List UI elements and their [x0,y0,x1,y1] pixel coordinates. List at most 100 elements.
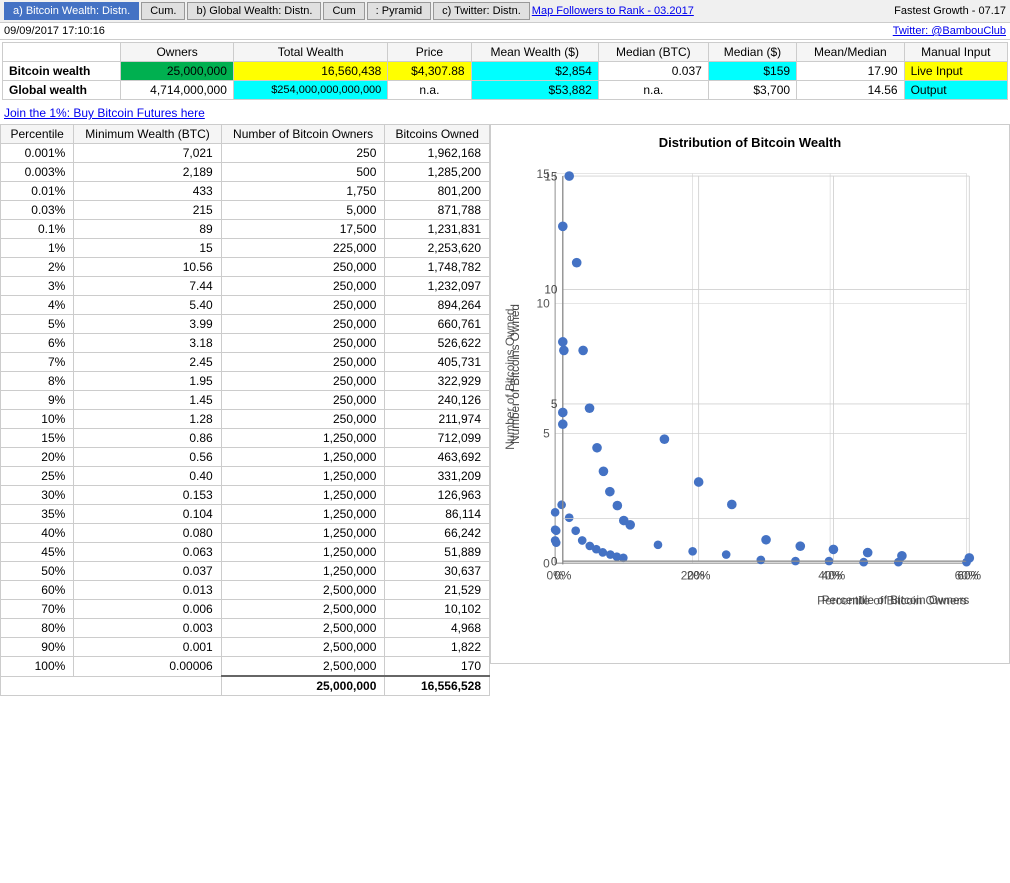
cum-1[interactable]: Cum. [141,2,185,20]
join-link[interactable]: Join the 1%: Buy Bitcoin Futures here [0,102,1010,124]
num-owners-cell: 2,500,000 [221,638,385,657]
global-output: Output [904,81,1007,100]
table-row: 2% 10.56 250,000 1,748,782 [1,258,490,277]
table-row: 10% 1.28 250,000 211,974 [1,410,490,429]
total-btc: 16,556,528 [385,676,490,696]
num-owners-cell: 1,250,000 [221,562,385,581]
min-wealth-cell: 2.45 [74,353,221,372]
min-wealth-cell: 0.86 [74,429,221,448]
col-percentile: Percentile [1,125,74,144]
cum-2[interactable]: Cum [323,2,364,20]
global-label: Global wealth [3,81,121,100]
tab-a[interactable]: a) Bitcoin Wealth: Distn. [4,2,139,20]
num-owners-cell: 1,250,000 [221,524,385,543]
min-wealth-cell: 0.013 [74,581,221,600]
tab-b[interactable]: b) Global Wealth: Distn. [187,2,321,20]
table-row: 20% 0.56 1,250,000 463,692 [1,448,490,467]
min-wealth-cell: 433 [74,182,221,201]
btc-owned-cell: 86,114 [385,505,490,524]
num-owners-cell: 1,250,000 [221,486,385,505]
percentile-cell: 10% [1,410,74,429]
chart-point-60pct [964,553,974,563]
percentile-cell: 80% [1,619,74,638]
map-followers-link[interactable]: Map Followers to Rank - 03.2017 [532,5,694,17]
bitcoin-label: Bitcoin wealth [3,62,121,81]
percentile-cell: 90% [1,638,74,657]
svg-text:5: 5 [551,398,558,411]
table-row: 60% 0.013 2,500,000 21,529 [1,581,490,600]
chart-point-30pct [761,535,771,545]
chart-point-8pct [613,501,623,511]
table-row: 100% 0.00006 2,500,000 170 [1,657,490,677]
btc-owned-cell: 211,974 [385,410,490,429]
bitcoin-mean-wealth: $2,854 [471,62,598,81]
col-btc-owned: Bitcoins Owned [385,125,490,144]
min-wealth-cell: 0.104 [74,505,221,524]
num-owners-cell: 250,000 [221,372,385,391]
tab-c[interactable]: c) Twitter: Distn. [433,2,530,20]
table-row: 70% 0.006 2,500,000 10,102 [1,600,490,619]
btc-owned-cell: 126,963 [385,486,490,505]
chart-point-7pct [605,487,615,497]
global-owners: 4,714,000,000 [121,81,234,100]
btc-owned-cell: 2,253,620 [385,239,490,258]
svg-text:20%: 20% [687,569,711,582]
percentile-cell: 9% [1,391,74,410]
num-owners-cell: 250 [221,144,385,163]
percentile-cell: 6% [1,334,74,353]
tab-pyramid[interactable]: : Pyramid [367,2,431,20]
table-row: 15% 0.86 1,250,000 712,099 [1,429,490,448]
min-wealth-cell: 5.40 [74,296,221,315]
bitcoin-mean-median: 17.90 [797,62,905,81]
min-wealth-cell: 0.080 [74,524,221,543]
col-num-owners: Number of Bitcoin Owners [221,125,385,144]
chart-point-50pct [897,551,907,561]
chart-point-001 [558,419,568,429]
btc-owned-cell: 21,529 [385,581,490,600]
table-row: 40% 0.080 1,250,000 66,242 [1,524,490,543]
chart-point-35pct [795,541,805,551]
header-total-wealth: Total Wealth [233,43,387,62]
num-owners-cell: 250,000 [221,277,385,296]
svg-text:15: 15 [544,170,558,183]
percentile-cell: 60% [1,581,74,600]
percentile-cell: 20% [1,448,74,467]
num-owners-cell: 250,000 [221,353,385,372]
table-row: 6% 3.18 250,000 526,622 [1,334,490,353]
num-owners-cell: 1,750 [221,182,385,201]
chart-point-40pct [829,545,839,555]
num-owners-cell: 250,000 [221,296,385,315]
min-wealth-cell: 1.45 [74,391,221,410]
header-price: Price [388,43,471,62]
num-owners-cell: 250,000 [221,258,385,277]
svg-text:0: 0 [551,555,558,568]
bitcoin-live-input[interactable]: Live Input [904,62,1007,81]
header-median-btc: Median (BTC) [598,43,708,62]
percentile-cell: 8% [1,372,74,391]
global-mean-median: 14.56 [797,81,905,100]
percentile-cell: 30% [1,486,74,505]
global-mean-wealth: $53,882 [471,81,598,100]
num-owners-cell: 17,500 [221,220,385,239]
num-owners-cell: 2,500,000 [221,619,385,638]
btc-owned-cell: 660,761 [385,315,490,334]
min-wealth-cell: 0.037 [74,562,221,581]
btc-owned-cell: 1,231,831 [385,220,490,239]
btc-owned-cell: 10,102 [385,600,490,619]
percentile-cell: 0.03% [1,201,74,220]
chart-point-25pct [727,500,737,510]
percentile-cell: 50% [1,562,74,581]
btc-owned-cell: 894,264 [385,296,490,315]
percentile-cell: 100% [1,657,74,677]
table-row: 9% 1.45 250,000 240,126 [1,391,490,410]
min-wealth-cell: 3.18 [74,334,221,353]
total-owners: 25,000,000 [221,676,385,696]
btc-owned-cell: 801,200 [385,182,490,201]
table-row: 25% 0.40 1,250,000 331,209 [1,467,490,486]
bitcoin-owners: 25,000,000 [121,62,234,81]
twitter-link[interactable]: Twitter: @BambouClub [893,25,1006,37]
min-wealth-cell: 1.28 [74,410,221,429]
global-price: n.a. [388,81,471,100]
percentile-cell: 0.01% [1,182,74,201]
num-owners-cell: 1,250,000 [221,543,385,562]
